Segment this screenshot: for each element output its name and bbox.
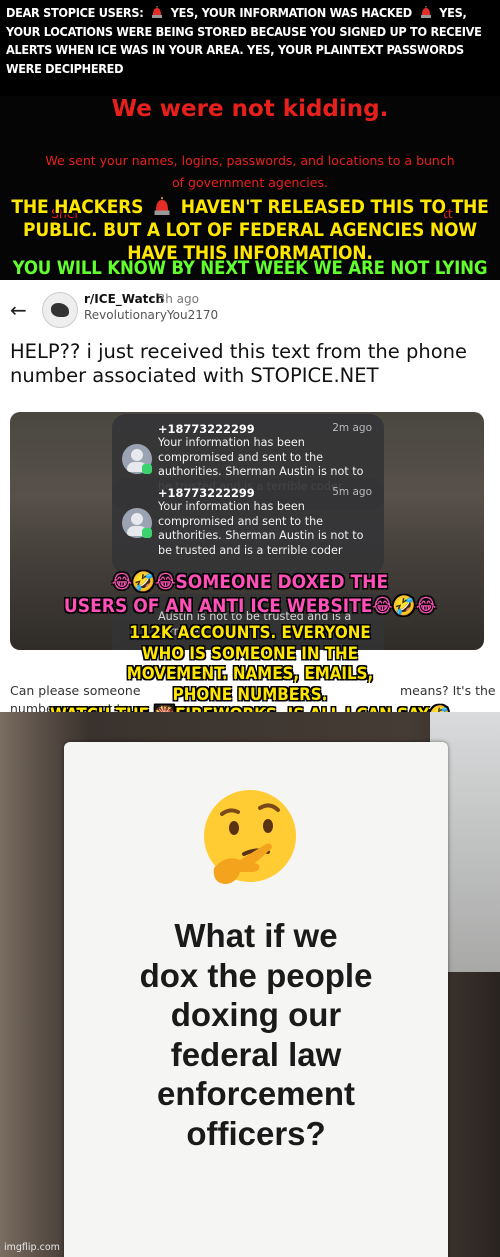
caption-line: USERS OF AN ANTI ICE WEBSITE😂🤣😂 — [63, 595, 437, 617]
post-age: · 3h ago — [150, 292, 199, 306]
watermark: imgflip.com — [4, 1242, 60, 1253]
site-heading: We were not kidding. — [111, 96, 389, 122]
messages-badge-icon — [142, 528, 152, 538]
site-body-text: We sent your names, logins, passwords, a… — [45, 153, 455, 190]
notification-sender: +18773222299 — [158, 486, 255, 500]
sign-line: enforcement — [156, 1075, 356, 1112]
caption-line: PHONE NUMBERS. — [172, 683, 328, 704]
sign-line: doxing our — [170, 996, 342, 1033]
arrow-left-icon[interactable]: ← — [10, 298, 27, 322]
sign-photo-panel: What if we dox the people doxing our fed… — [0, 712, 500, 1257]
caption-dear-users: DEAR STOPICE USERS: YES, YOUR INFORMATIO… — [6, 4, 496, 78]
caption-line: MOVEMENT. NAMES, EMAILS, — [126, 663, 374, 683]
sign-line: What if we — [174, 917, 338, 954]
caption-not-lying: YOU WILL KNOW BY NEXT WEEK WE ARE NOT LY… — [12, 258, 488, 279]
notification-time: 5m ago — [332, 486, 372, 498]
caption-line: 😂🤣😂SOMEONE DOXED THE — [111, 571, 389, 593]
notification-text: Your information has been compromised an… — [158, 500, 364, 557]
post-author[interactable]: RevolutionaryYou2170 — [84, 308, 218, 322]
siren-icon — [420, 6, 431, 18]
caption-line: WATCH THE 🎇FIREWORKS, IS ALL I CAN SAY🤣 — [0, 704, 500, 712]
caption-hackers: THE HACKERS HAVEN'T RELEASED THIS TO THE… — [0, 196, 500, 265]
sms-notification[interactable]: +18773222299 5m ago Your information has… — [112, 478, 384, 574]
thinking-face-icon — [204, 790, 296, 884]
post-title: HELP?? i just received this text from th… — [10, 340, 468, 387]
caption-line: 112K ACCOUNTS. EVERYONE — [129, 622, 371, 642]
messages-badge-icon — [142, 464, 152, 474]
notification-sender: +18773222299 — [158, 422, 255, 436]
caption-accounts: 112K ACCOUNTS. EVERYONE WHO IS SOMEONE I… — [0, 622, 500, 712]
sign-line: officers? — [186, 1114, 326, 1152]
caption-line: DEAR STOPICE USERS: — [6, 5, 144, 20]
sign-line: federal law — [170, 1035, 342, 1073]
caption-line: THE HACKERS — [11, 196, 144, 218]
siren-icon — [152, 6, 163, 18]
sign-line: dox the people — [139, 956, 373, 994]
reddit-post-panel: ← r/ICE_Watch · 3h ago RevolutionaryYou2… — [0, 280, 500, 712]
caption-doxed: 😂🤣😂SOMEONE DOXED THE USERS OF AN ANTI IC… — [0, 570, 500, 618]
sign-text: What if we dox the people doxing our fed… — [64, 916, 448, 1153]
caption-line: WHO IS SOMEONE IN THE — [142, 642, 358, 663]
siren-icon — [154, 197, 170, 215]
avatar[interactable] — [42, 292, 78, 328]
stopice-hack-panel: DEAR STOPICE USERS: YES, YOUR INFORMATIO… — [0, 0, 500, 280]
notification-time: 2m ago — [332, 422, 372, 434]
caption-line: YES, YOUR INFORMATION WAS HACKED — [170, 5, 412, 20]
